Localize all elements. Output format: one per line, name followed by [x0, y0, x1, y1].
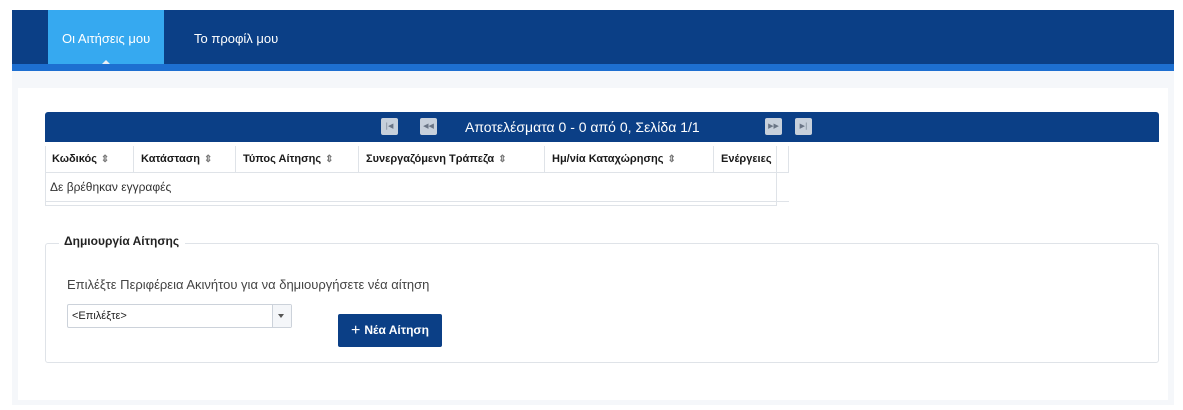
select-value: <Επιλέξτε> [72, 310, 127, 322]
column-label: Κατάσταση [141, 153, 200, 165]
column-label: Συνεργαζόμενη Τράπεζα [366, 153, 495, 165]
sort-icon: ⇕ [325, 154, 334, 165]
prev-page-icon: ◀◀ [423, 122, 434, 130]
plus-icon: + [351, 322, 361, 339]
instruction-text: Επιλέξτε Περιφέρεια Ακινήτου για να δημι… [67, 277, 430, 292]
sort-icon: ⇕ [667, 154, 676, 165]
table-header-row: Κωδικός ⇕ Κατάσταση ⇕ Τύπος Αίτησης ⇕ Συνερ… [45, 146, 789, 173]
tab-my-profile[interactable]: Το προφίλ μου [180, 10, 292, 64]
new-application-button[interactable]: + Νέα Αίτηση [338, 314, 442, 347]
column-header-partner-bank[interactable]: Συνεργαζόμενη Τράπεζα ⇕ [358, 146, 545, 173]
column-label: Ημ/νία Καταχώρησης [552, 153, 664, 165]
pagination-summary: Αποτελέσματα 0 - 0 από 0, Σελίδα 1/1 [465, 119, 700, 135]
column-label: Τύπος Αίτησης [243, 153, 322, 165]
sort-icon: ⇕ [100, 154, 110, 165]
next-page-button[interactable]: ▶▶ [765, 118, 782, 135]
last-page-button[interactable]: ▶| [795, 118, 812, 135]
sort-icon: ⇕ [498, 154, 507, 165]
first-page-icon: |◀ [385, 122, 394, 130]
button-label: Νέα Αίτηση [364, 323, 429, 337]
column-label: Ενέργειες [721, 153, 772, 165]
region-select[interactable]: <Επιλέξτε> [67, 304, 292, 328]
results-table: Κωδικός ⇕ Κατάσταση ⇕ Τύπος Αίτησης ⇕ Συνερ… [45, 146, 789, 202]
sort-icon: ⇕ [203, 154, 213, 165]
column-label: Κωδικός [52, 153, 97, 165]
column-header-application-type[interactable]: Τύπος Αίτησης ⇕ [235, 146, 359, 173]
column-header-registration-date[interactable]: Ημ/νία Καταχώρησης ⇕ [544, 146, 714, 173]
tab-my-applications[interactable]: Οι Αιτήσεις μου [48, 10, 165, 65]
table-row: Δε βρέθηκαν εγγραφές [45, 172, 789, 202]
tab-label: Οι Αιτήσεις μου [62, 31, 151, 46]
empty-message: Δε βρέθηκαν εγγραφές [45, 172, 789, 202]
next-page-icon: ▶▶ [768, 122, 779, 130]
prev-page-button[interactable]: ◀◀ [420, 118, 437, 135]
create-application-section [45, 243, 1159, 363]
tab-label: Το προφίλ μου [194, 31, 279, 46]
header-underline [12, 64, 1174, 71]
pagination-bar: |◀ ◀◀ Αποτελέσματα 0 - 0 από 0, Σελίδα 1… [45, 112, 1159, 142]
section-legend: Δημιουργία Αίτησης [59, 234, 186, 248]
column-header-code[interactable]: Κωδικός ⇕ [45, 146, 134, 173]
column-header-actions: Ενέργειες [713, 146, 789, 173]
last-page-icon: ▶| [799, 122, 808, 130]
column-header-status[interactable]: Κατάσταση ⇕ [133, 146, 236, 173]
top-navigation-bar: Οι Αιτήσεις μου Το προφίλ μου [12, 10, 1174, 65]
first-page-button[interactable]: |◀ [381, 118, 398, 135]
chevron-down-icon [278, 314, 284, 318]
dropdown-toggle[interactable] [272, 305, 291, 327]
